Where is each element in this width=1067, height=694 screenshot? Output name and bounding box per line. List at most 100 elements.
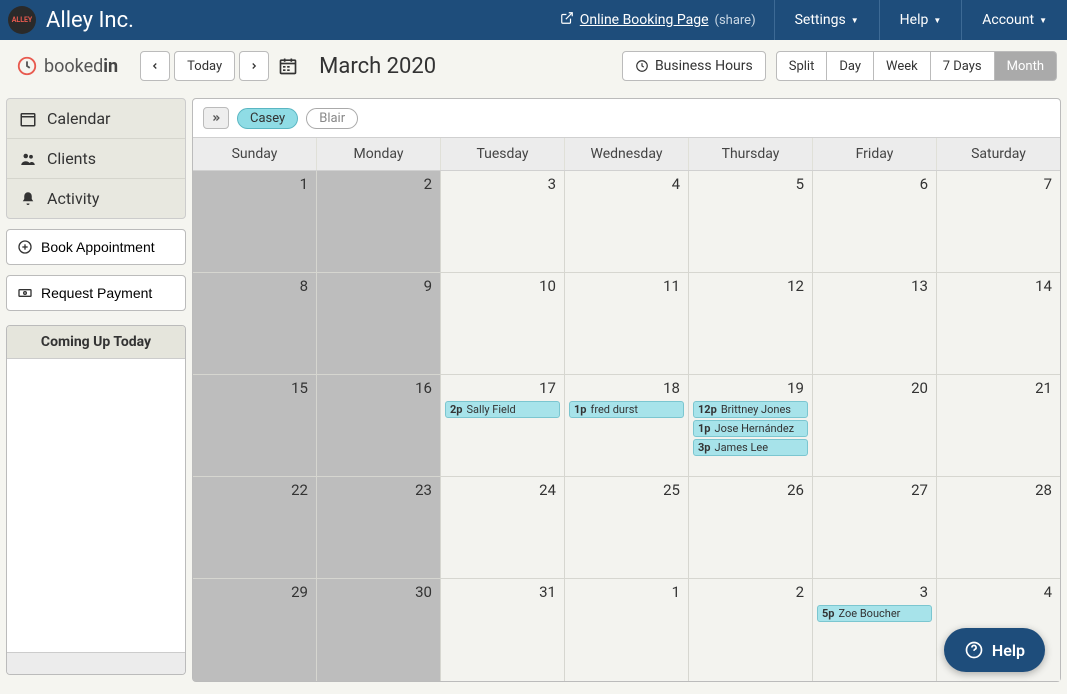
book-appointment-button[interactable]: Book Appointment [6, 229, 186, 265]
topbar: ALLEY Alley Inc. Online Booking Page (sh… [0, 0, 1067, 40]
view-month[interactable]: Month [995, 51, 1057, 81]
coming-up-panel: Coming Up Today [6, 325, 186, 675]
calendar-cell[interactable]: 14 [937, 273, 1060, 374]
calendar-cell[interactable]: 26 [689, 477, 813, 578]
request-payment-button[interactable]: Request Payment [6, 275, 186, 311]
nav-calendar[interactable]: Calendar [7, 99, 185, 139]
event[interactable]: 5pZoe Boucher [817, 605, 932, 622]
online-booking-link[interactable]: Online Booking Page [580, 12, 709, 28]
staff-chip-blair[interactable]: Blair [306, 108, 358, 129]
calendar-cell[interactable]: 7 [937, 171, 1060, 272]
view-split[interactable]: Split [776, 51, 828, 81]
calendar-cell[interactable]: 24 [441, 477, 565, 578]
calendar-cell[interactable]: 1 [193, 171, 317, 272]
calendar-cell[interactable]: 31 [441, 579, 565, 681]
brand-logo: bookedin [16, 55, 118, 77]
calendar-header-row: Sunday Monday Tuesday Wednesday Thursday… [193, 137, 1060, 171]
view-7days[interactable]: 7 Days [931, 51, 995, 81]
settings-menu[interactable]: Settings▼ [774, 0, 879, 40]
chevron-double-right-icon [210, 113, 222, 123]
calendar-cell[interactable]: 23 [317, 477, 441, 578]
calendar-cell[interactable]: 10 [441, 273, 565, 374]
calendar-cell[interactable]: 12 [689, 273, 813, 374]
chevron-down-icon: ▼ [933, 16, 941, 25]
prev-button[interactable] [140, 51, 170, 81]
help-widget[interactable]: Help [944, 628, 1045, 672]
calendar-cell[interactable]: 16 [317, 375, 441, 476]
business-hours-toggle[interactable]: Business Hours [622, 51, 766, 81]
view-day[interactable]: Day [827, 51, 874, 81]
view-week[interactable]: Week [874, 51, 931, 81]
calendar-cell[interactable]: 17 2pSally Field [441, 375, 565, 476]
bell-icon [19, 190, 37, 208]
event[interactable]: 1pJose Hernández [693, 420, 808, 437]
calendar-row: 22 23 24 25 26 27 28 [193, 477, 1060, 579]
main: Calendar Clients Activity Book Appointme… [0, 92, 1067, 688]
help-menu[interactable]: Help▼ [879, 0, 962, 40]
coming-up-header: Coming Up Today [7, 326, 185, 359]
chevron-down-icon: ▼ [851, 16, 859, 25]
nav-clients[interactable]: Clients [7, 139, 185, 179]
calendar-cell[interactable]: 15 [193, 375, 317, 476]
dow-thu: Thursday [689, 138, 813, 170]
event[interactable]: 2pSally Field [445, 401, 560, 418]
calendar-cell[interactable]: 21 [937, 375, 1060, 476]
dow-tue: Tuesday [441, 138, 565, 170]
today-button[interactable]: Today [174, 51, 235, 81]
calendar-panel: Casey Blair Sunday Monday Tuesday Wednes… [192, 98, 1061, 682]
calendar-cell[interactable]: 30 [317, 579, 441, 681]
chevron-down-icon: ▼ [1039, 16, 1047, 25]
calendar-cell[interactable]: 11 [565, 273, 689, 374]
calendar-cell[interactable]: 2 [689, 579, 813, 681]
chevron-left-icon [150, 61, 160, 71]
dow-fri: Friday [813, 138, 937, 170]
event[interactable]: 1pfred durst [569, 401, 684, 418]
calendar-cell[interactable]: 1 [565, 579, 689, 681]
calendar-cell[interactable]: 25 [565, 477, 689, 578]
calendar-cell[interactable]: 27 [813, 477, 937, 578]
calendar-cell[interactable]: 9 [317, 273, 441, 374]
account-menu[interactable]: Account▼ [961, 0, 1067, 40]
side-nav: Calendar Clients Activity [6, 98, 186, 219]
calendar-row: 29 30 31 1 2 3 5pZoe Boucher 4 [193, 579, 1060, 681]
calendar-cell[interactable]: 8 [193, 273, 317, 374]
calendar-cell[interactable]: 6 [813, 171, 937, 272]
dow-sat: Saturday [937, 138, 1060, 170]
dow-sun: Sunday [193, 138, 317, 170]
calendar-cell[interactable]: 4 [565, 171, 689, 272]
calendar-cell[interactable]: 13 [813, 273, 937, 374]
date-picker-button[interactable] [273, 56, 303, 76]
calendar-cell[interactable]: 22 [193, 477, 317, 578]
staff-chip-casey[interactable]: Casey [237, 108, 298, 129]
toolbar: bookedin Today March 2020 Business Hours… [0, 40, 1067, 92]
calendar-cell[interactable]: 3 5pZoe Boucher [813, 579, 937, 681]
clock-icon [16, 55, 38, 77]
calendar-cell[interactable]: 18 1pfred durst [565, 375, 689, 476]
calendar-cell[interactable]: 2 [317, 171, 441, 272]
chevron-right-icon [249, 61, 259, 71]
calendar-cell[interactable]: 3 [441, 171, 565, 272]
sidebar: Calendar Clients Activity Book Appointme… [6, 98, 186, 675]
calendar-cell[interactable]: 28 [937, 477, 1060, 578]
calendar-grid: Sunday Monday Tuesday Wednesday Thursday… [193, 137, 1060, 681]
event[interactable]: 3pJames Lee [693, 439, 808, 456]
online-booking-link-group: Online Booking Page (share) [560, 11, 756, 29]
company-logo: ALLEY [8, 6, 36, 34]
nav-activity[interactable]: Activity [7, 179, 185, 218]
calendar-cell[interactable]: 20 [813, 375, 937, 476]
calendar-cell[interactable]: 5 [689, 171, 813, 272]
event[interactable]: 12pBrittney Jones [693, 401, 808, 418]
calendar-row: 8 9 10 11 12 13 14 [193, 273, 1060, 375]
dow-mon: Monday [317, 138, 441, 170]
top-menu: Settings▼ Help▼ Account▼ [774, 0, 1067, 40]
plus-circle-icon [17, 239, 33, 255]
calendar-cell[interactable]: 29 [193, 579, 317, 681]
collapse-filters-button[interactable] [203, 107, 229, 129]
calendar-icon [19, 110, 37, 128]
calendar-cell[interactable]: 19 12pBrittney Jones 1pJose Hernández 3p… [689, 375, 813, 476]
help-circle-icon [964, 640, 984, 660]
staff-filter-row: Casey Blair [193, 99, 1060, 137]
share-label[interactable]: (share) [715, 13, 756, 28]
external-link-icon [560, 11, 574, 29]
next-button[interactable] [239, 51, 269, 81]
